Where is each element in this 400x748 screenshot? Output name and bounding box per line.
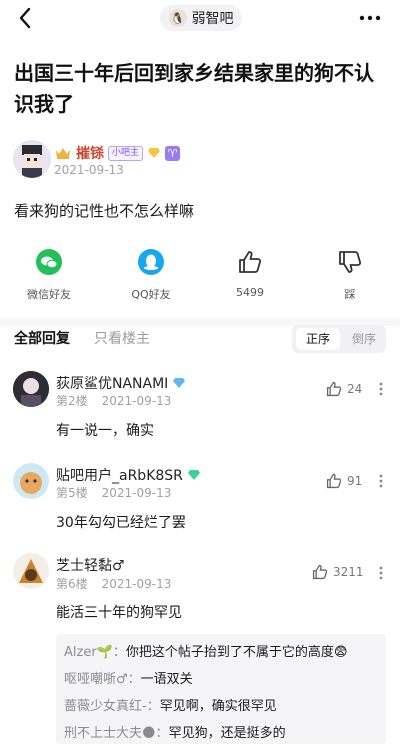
commenter-avatar[interactable] xyxy=(13,553,49,589)
comment-more-icon[interactable] xyxy=(376,473,386,489)
sort-ascending-button[interactable]: 正序 xyxy=(296,328,340,350)
comment-meta: 第2楼 2021-09-13 xyxy=(56,394,172,408)
comment-more-icon[interactable] xyxy=(376,381,386,397)
commenter-avatar[interactable] xyxy=(13,371,49,407)
dislike-button[interactable]: 踩 xyxy=(315,248,385,302)
comment-like-button[interactable]: 3211 xyxy=(311,563,364,581)
commenter-name: 荻原鲨优NANAMI xyxy=(56,373,186,393)
author-name[interactable]: 摧铩 xyxy=(76,143,104,163)
gem-icon xyxy=(148,148,161,158)
comment-like-button[interactable]: 24 xyxy=(325,380,362,398)
thumbs-up-icon xyxy=(312,564,328,580)
post-body: 看来狗的记性也不怎么样嘛 xyxy=(14,202,195,220)
comment-meta: 第5楼 2021-09-13 xyxy=(56,486,172,500)
tab-op-only[interactable]: 只看楼主 xyxy=(94,328,150,348)
commenter-name: 贴吧用户_aRbK8SR xyxy=(56,465,201,485)
comment-body: 能活三十年的狗罕见 xyxy=(56,605,182,621)
share-qq-button[interactable]: QQ好友 xyxy=(116,248,186,302)
dislike-label: 踩 xyxy=(344,288,356,301)
like-button[interactable]: 5499 xyxy=(215,248,285,299)
comment-body: 有一说一，确实 xyxy=(56,423,154,439)
wechat-icon xyxy=(36,249,62,275)
zodiac-icon: ♈ xyxy=(165,145,181,161)
back-arrow-icon[interactable] xyxy=(14,6,38,30)
comment-more-icon[interactable] xyxy=(376,565,386,581)
post-title: 出国三十年后回到家乡结果家里的狗不认识我了 xyxy=(14,61,374,116)
author-avatar[interactable] xyxy=(13,140,51,178)
sub-reply[interactable]: 蔷薇少女真红-：罕见啊，确实很罕见 xyxy=(64,695,277,714)
qq-icon xyxy=(138,249,164,275)
thumbs-up-icon xyxy=(239,251,262,273)
like-count: 5499 xyxy=(236,286,264,299)
comment-like-button[interactable]: 91 xyxy=(325,472,362,490)
share-wechat-button[interactable]: 微信好友 xyxy=(14,248,84,302)
commenter-name: 芝士轻黏♂ xyxy=(56,558,125,574)
qq-label: QQ好友 xyxy=(131,288,171,301)
comment-meta: 第6楼 2021-09-13 xyxy=(56,577,172,591)
gem-icon xyxy=(187,470,200,480)
wechat-label: 微信好友 xyxy=(27,288,71,301)
sort-descending-button[interactable]: 倒序 xyxy=(344,328,384,350)
forum-avatar-icon: 🐧 xyxy=(168,9,187,27)
more-options-icon[interactable] xyxy=(358,6,382,30)
gem-icon xyxy=(173,378,186,388)
thumbs-up-icon xyxy=(326,381,342,397)
forum-name: 弱智吧 xyxy=(191,11,234,27)
thumbs-down-icon xyxy=(339,251,362,273)
moderator-badge: 小吧主 xyxy=(108,145,144,161)
post-date: 2021-09-13 xyxy=(54,163,124,177)
thumbs-up-icon xyxy=(326,473,342,489)
forum-pill[interactable]: 🐧 弱智吧 xyxy=(160,5,242,31)
crown-icon xyxy=(56,148,70,159)
sub-reply[interactable]: 刑不上士大夫🌑：罕见狗，还是挺多的 xyxy=(64,722,286,741)
commenter-avatar[interactable] xyxy=(13,463,49,499)
tab-all-replies[interactable]: 全部回复 xyxy=(14,328,70,348)
comment-body: 30年勾勾已经烂了罢 xyxy=(56,515,186,531)
sub-reply[interactable]: 呕哑嘲哳♂：一语双关 xyxy=(64,668,193,687)
sub-reply[interactable]: Alzer🌱：你把这个帖子抬到了不属于它的高度😨 xyxy=(64,641,347,660)
